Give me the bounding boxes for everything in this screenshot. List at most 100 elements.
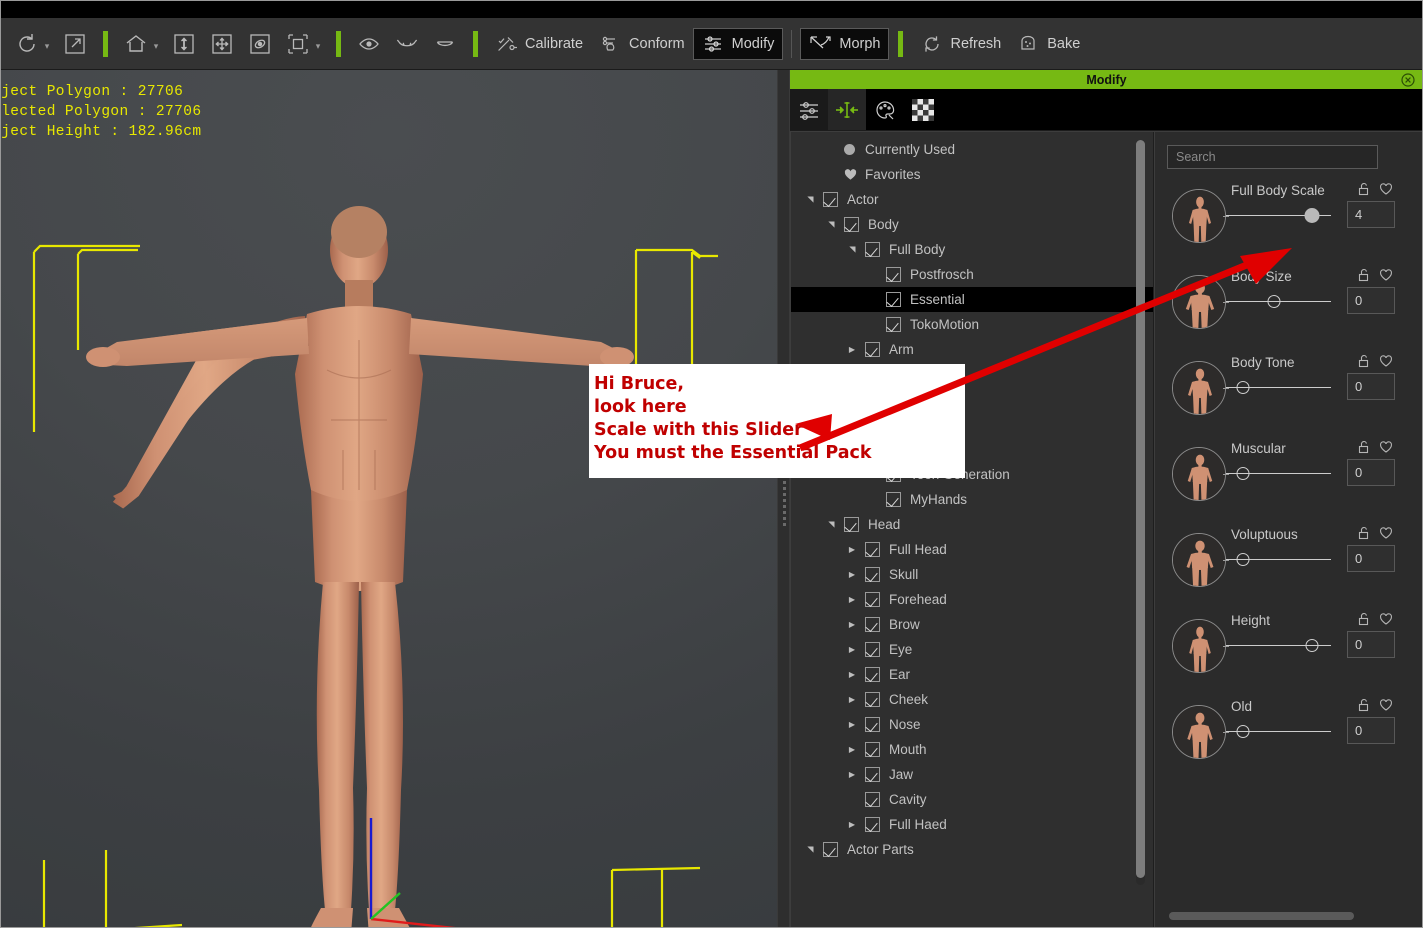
scale-bounds-tool[interactable]: ▾ bbox=[279, 26, 327, 62]
unlock-icon[interactable] bbox=[1357, 268, 1371, 282]
chevron-collapsed-icon[interactable]: ▶ bbox=[845, 637, 859, 662]
slider-value-input[interactable]: 0 bbox=[1347, 717, 1395, 744]
tree-checkbox[interactable] bbox=[865, 592, 880, 607]
tree-item-full-body[interactable]: ◢ Full Body bbox=[791, 237, 1153, 262]
3d-viewport[interactable]: Object Polygon : 27706 Selected Polygon … bbox=[0, 70, 777, 928]
slider-knob[interactable] bbox=[1236, 467, 1250, 480]
tree-item-arm[interactable]: ▶ Arm bbox=[791, 337, 1153, 362]
slider-value-input[interactable]: 0 bbox=[1347, 459, 1395, 486]
slider-knob[interactable] bbox=[1304, 208, 1320, 223]
slider-thumbnail-preview[interactable] bbox=[1172, 447, 1226, 501]
tree-item-nose[interactable]: ▶ Nose bbox=[791, 712, 1153, 737]
tab-texture-checker[interactable] bbox=[904, 89, 942, 130]
conform-button[interactable]: Conform bbox=[591, 28, 693, 60]
tree-item-actor-parts[interactable]: ◢ Actor Parts bbox=[791, 837, 1153, 862]
slider-knob[interactable] bbox=[1236, 725, 1250, 738]
eyelash-display-toggle[interactable] bbox=[388, 26, 426, 62]
unlock-icon[interactable] bbox=[1357, 526, 1371, 540]
tree-item-full-haed[interactable]: ▶ Full Haed bbox=[791, 812, 1153, 837]
tree-item-mouth[interactable]: ▶ Mouth bbox=[791, 737, 1153, 762]
tree-item-jaw[interactable]: ▶ Jaw bbox=[791, 762, 1153, 787]
tree-checkbox[interactable] bbox=[865, 717, 880, 732]
chevron-down-icon[interactable]: ▾ bbox=[42, 29, 52, 59]
heart-icon[interactable] bbox=[1379, 268, 1393, 282]
slider-thumbnail-preview[interactable] bbox=[1172, 619, 1226, 673]
tree-item-head[interactable]: ◢ Head bbox=[791, 512, 1153, 537]
tree-checkbox[interactable] bbox=[865, 617, 880, 632]
slider-knob[interactable] bbox=[1305, 639, 1319, 652]
chevron-expanded-icon[interactable]: ◢ bbox=[798, 843, 823, 857]
heart-icon[interactable] bbox=[1379, 440, 1393, 454]
heart-icon[interactable] bbox=[1379, 354, 1393, 368]
search-input[interactable]: Search bbox=[1167, 145, 1378, 169]
morph-button[interactable]: Morph bbox=[800, 27, 890, 60]
viewport-panel-splitter[interactable] bbox=[777, 70, 790, 928]
rotate-object-tool[interactable] bbox=[241, 26, 279, 62]
chevron-collapsed-icon[interactable]: ▶ bbox=[845, 687, 859, 712]
heart-icon[interactable] bbox=[1379, 526, 1393, 540]
mouth-display-toggle[interactable] bbox=[426, 26, 464, 62]
slider-value-input[interactable]: 0 bbox=[1347, 287, 1395, 314]
tree-checkbox[interactable] bbox=[823, 842, 838, 857]
slider-thumbnail-preview[interactable] bbox=[1172, 533, 1226, 587]
tree-item-eye[interactable]: ▶ Eye bbox=[791, 637, 1153, 662]
slider-value-input[interactable]: 0 bbox=[1347, 373, 1395, 400]
tree-item-essential[interactable]: Essential bbox=[791, 287, 1153, 312]
tree-item-favorites[interactable]: Favorites bbox=[791, 162, 1153, 187]
expand-resize-icon[interactable] bbox=[56, 26, 94, 62]
tree-checkbox[interactable] bbox=[886, 292, 901, 307]
home-view-icon[interactable]: ▾ bbox=[117, 26, 165, 62]
chevron-expanded-icon[interactable]: ◢ bbox=[840, 243, 865, 257]
tree-checkbox[interactable] bbox=[865, 642, 880, 657]
close-icon[interactable] bbox=[1401, 72, 1415, 87]
tree-checkbox[interactable] bbox=[865, 742, 880, 757]
tree-item-full-head[interactable]: ▶ Full Head bbox=[791, 537, 1153, 562]
unlock-icon[interactable] bbox=[1357, 440, 1371, 454]
tree-checkbox[interactable] bbox=[865, 817, 880, 832]
chevron-expanded-icon[interactable]: ◢ bbox=[819, 218, 844, 232]
slider-knob[interactable] bbox=[1267, 295, 1281, 308]
slider-value-input[interactable]: 0 bbox=[1347, 631, 1395, 658]
move-all-tool[interactable] bbox=[203, 26, 241, 62]
eye-display-toggle[interactable] bbox=[350, 26, 388, 62]
chevron-collapsed-icon[interactable]: ▶ bbox=[845, 562, 859, 587]
slider-horizontal-scrollbar[interactable] bbox=[1169, 912, 1374, 920]
tree-checkbox[interactable] bbox=[844, 217, 859, 232]
chevron-collapsed-icon[interactable]: ▶ bbox=[845, 612, 859, 637]
chevron-expanded-icon[interactable]: ◢ bbox=[819, 518, 844, 532]
refresh-button[interactable]: Refresh bbox=[912, 28, 1009, 60]
tree-item-brow[interactable]: ▶ Brow bbox=[791, 612, 1153, 637]
tree-checkbox[interactable] bbox=[865, 767, 880, 782]
slider-thumbnail-preview[interactable] bbox=[1172, 705, 1226, 759]
unlock-icon[interactable] bbox=[1357, 354, 1371, 368]
chevron-expanded-icon[interactable]: ◢ bbox=[798, 193, 823, 207]
tree-item-ear[interactable]: ▶ Ear bbox=[791, 662, 1153, 687]
tree-checkbox[interactable] bbox=[865, 342, 880, 357]
morph-tree-panel[interactable]: Currently Used Favorites ◢ Actor ◢ Body ◢ Full … bbox=[790, 132, 1154, 928]
tree-item-tokomotion[interactable]: TokoMotion bbox=[791, 312, 1153, 337]
splitter-grip[interactable] bbox=[783, 469, 786, 529]
heart-icon[interactable] bbox=[1379, 612, 1393, 626]
tree-checkbox[interactable] bbox=[865, 242, 880, 257]
slider-thumbnail-preview[interactable] bbox=[1172, 189, 1226, 243]
tree-item-myhands[interactable]: MyHands bbox=[791, 487, 1153, 512]
heart-icon[interactable] bbox=[1379, 182, 1393, 196]
chevron-collapsed-icon[interactable]: ▶ bbox=[845, 762, 859, 787]
calibrate-button[interactable]: Calibrate bbox=[487, 28, 591, 60]
chevron-collapsed-icon[interactable]: ▶ bbox=[845, 337, 859, 362]
unlock-icon[interactable] bbox=[1357, 182, 1371, 196]
tree-checkbox[interactable] bbox=[886, 267, 901, 282]
move-vertical-tool[interactable] bbox=[165, 26, 203, 62]
chevron-collapsed-icon[interactable]: ▶ bbox=[845, 537, 859, 562]
tree-item-body[interactable]: ◢ Body bbox=[791, 212, 1153, 237]
chevron-collapsed-icon[interactable]: ▶ bbox=[845, 587, 859, 612]
tab-symmetry[interactable] bbox=[828, 89, 866, 130]
tree-checkbox[interactable] bbox=[823, 192, 838, 207]
tree-scrollbar-thumb[interactable] bbox=[1136, 140, 1145, 878]
slider-knob[interactable] bbox=[1236, 553, 1250, 566]
tree-vertical-scrollbar[interactable] bbox=[1136, 140, 1145, 885]
tree-checkbox[interactable] bbox=[865, 792, 880, 807]
tree-item-skull[interactable]: ▶ Skull bbox=[791, 562, 1153, 587]
tree-item-cavity[interactable]: Cavity bbox=[791, 787, 1153, 812]
chevron-down-icon[interactable]: ▾ bbox=[313, 29, 323, 59]
